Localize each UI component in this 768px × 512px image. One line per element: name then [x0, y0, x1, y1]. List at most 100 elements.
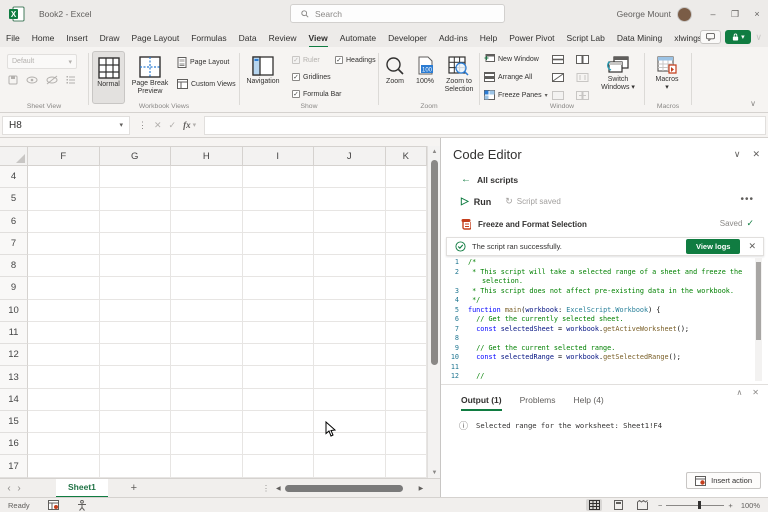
row-header-14[interactable]: 14 [0, 389, 28, 411]
cell-H14[interactable] [171, 389, 243, 411]
cell-G17[interactable] [100, 455, 172, 477]
cell-J7[interactable] [314, 233, 386, 255]
cell-F14[interactable] [28, 389, 100, 411]
cell-F16[interactable] [28, 433, 100, 455]
cell-K8[interactable] [386, 255, 428, 277]
output-tab-problems[interactable]: Problems [520, 395, 556, 405]
switch-windows-button[interactable]: Switch Windows ▾ [596, 51, 640, 104]
cell-I11[interactable] [243, 322, 315, 344]
cell-J12[interactable] [314, 344, 386, 366]
cell-H12[interactable] [171, 344, 243, 366]
ribbon-tab-script-lab[interactable]: Script Lab [561, 30, 611, 46]
horizontal-scrollbar[interactable]: ◀ ▶ [276, 484, 426, 493]
cell-F15[interactable] [28, 411, 100, 433]
tab-split-handle[interactable]: ⋮ [262, 484, 270, 493]
cell-H5[interactable] [171, 188, 243, 210]
checkbox-headings[interactable]: ✓Headings [335, 56, 376, 64]
row-header-5[interactable]: 5 [0, 188, 28, 210]
cell-F17[interactable] [28, 455, 100, 477]
ribbon-tab-file[interactable]: File [0, 30, 26, 46]
column-header-G[interactable]: G [100, 146, 172, 166]
cell-G13[interactable] [100, 366, 172, 388]
sheet-view-dropdown[interactable]: Default ▾ [7, 54, 77, 69]
output-collapse-icon[interactable]: ∧ [736, 388, 742, 397]
sheet-tab-sheet1[interactable]: Sheet1 [56, 479, 108, 498]
cell-F6[interactable] [28, 211, 100, 233]
cell-H8[interactable] [171, 255, 243, 277]
unhide-window-icon[interactable] [552, 91, 564, 100]
macro-record-icon[interactable] [48, 500, 59, 510]
cell-K6[interactable] [386, 211, 428, 233]
view-normal-icon[interactable] [589, 500, 600, 510]
horizontal-scroll-thumb[interactable] [285, 485, 403, 492]
cell-I6[interactable] [243, 211, 315, 233]
cell-I9[interactable] [243, 277, 315, 299]
checkbox-formula-bar[interactable]: ✓Formula Bar [292, 90, 342, 98]
row-header-7[interactable]: 7 [0, 233, 28, 255]
ribbon-tab-view[interactable]: View [303, 30, 334, 46]
page-layout-button[interactable]: Page Layout [177, 57, 229, 68]
name-box[interactable]: H8 ▾ [2, 116, 130, 135]
freeze-panes-button[interactable]: Freeze Panes ▾ [484, 90, 548, 100]
keep-sheet-view-icon[interactable] [8, 75, 18, 85]
share-button[interactable]: ▾ [725, 30, 751, 44]
row-header-16[interactable]: 16 [0, 433, 28, 455]
ribbon-tab-home[interactable]: Home [26, 30, 61, 46]
ribbon-tab-power-pivot[interactable]: Power Pivot [503, 30, 560, 46]
minimize-button[interactable]: – [702, 0, 724, 28]
new-window-button[interactable]: New Window [484, 54, 539, 64]
more-options-icon[interactable]: ••• [740, 194, 754, 205]
ribbon-tab-page-layout[interactable]: Page Layout [126, 30, 186, 46]
banner-close-icon[interactable]: ✕ [748, 241, 756, 252]
cell-H11[interactable] [171, 322, 243, 344]
zoom-level[interactable]: 100% [741, 501, 760, 510]
cell-F8[interactable] [28, 255, 100, 277]
cell-I12[interactable] [243, 344, 315, 366]
cell-H17[interactable] [171, 455, 243, 477]
cell-G8[interactable] [100, 255, 172, 277]
column-header-K[interactable]: K [386, 146, 428, 166]
cell-K11[interactable] [386, 322, 428, 344]
cell-H7[interactable] [171, 233, 243, 255]
row-header-15[interactable]: 15 [0, 411, 28, 433]
ribbon-tab-formulas[interactable]: Formulas [185, 30, 232, 46]
arrange-all-button[interactable]: Arrange All [484, 72, 532, 82]
ribbon-tab-add-ins[interactable]: Add-ins [433, 30, 474, 46]
ribbon-tab-review[interactable]: Review [263, 30, 303, 46]
zoom-slider[interactable]: − + [658, 501, 733, 510]
column-header-F[interactable]: F [28, 146, 100, 166]
next-sheet-icon[interactable]: › [10, 483, 28, 494]
cell-I16[interactable] [243, 433, 315, 455]
cell-F4[interactable] [28, 166, 100, 188]
cell-K17[interactable] [386, 455, 428, 477]
cell-K4[interactable] [386, 166, 428, 188]
ribbon-tab-draw[interactable]: Draw [94, 30, 126, 46]
run-button[interactable]: ▷ Run [461, 196, 491, 207]
row-header-11[interactable]: 11 [0, 322, 28, 344]
navigation-button[interactable]: Navigation [242, 51, 284, 104]
cell-J5[interactable] [314, 188, 386, 210]
ribbon-tab-data-mining[interactable]: Data Mining [611, 30, 668, 46]
cell-G4[interactable] [100, 166, 172, 188]
row-header-10[interactable]: 10 [0, 300, 28, 322]
cell-I17[interactable] [243, 455, 315, 477]
cell-H15[interactable] [171, 411, 243, 433]
cell-I4[interactable] [243, 166, 315, 188]
cell-K10[interactable] [386, 300, 428, 322]
row-header-13[interactable]: 13 [0, 366, 28, 388]
search-input[interactable]: Search [290, 4, 505, 23]
comments-button[interactable] [700, 30, 721, 44]
cell-G9[interactable] [100, 277, 172, 299]
cell-F11[interactable] [28, 322, 100, 344]
accessibility-checker-icon[interactable] [77, 500, 87, 511]
cell-K15[interactable] [386, 411, 428, 433]
cell-H6[interactable] [171, 211, 243, 233]
scroll-right-icon[interactable]: ▶ [419, 485, 424, 492]
output-close-icon[interactable]: ✕ [752, 388, 759, 397]
row-header-8[interactable]: 8 [0, 255, 28, 277]
cell-I8[interactable] [243, 255, 315, 277]
cancel-formula-icon[interactable]: ✕ [154, 120, 162, 131]
cell-G12[interactable] [100, 344, 172, 366]
macros-button[interactable]: Macros▾ [648, 51, 686, 104]
cell-I10[interactable] [243, 300, 315, 322]
